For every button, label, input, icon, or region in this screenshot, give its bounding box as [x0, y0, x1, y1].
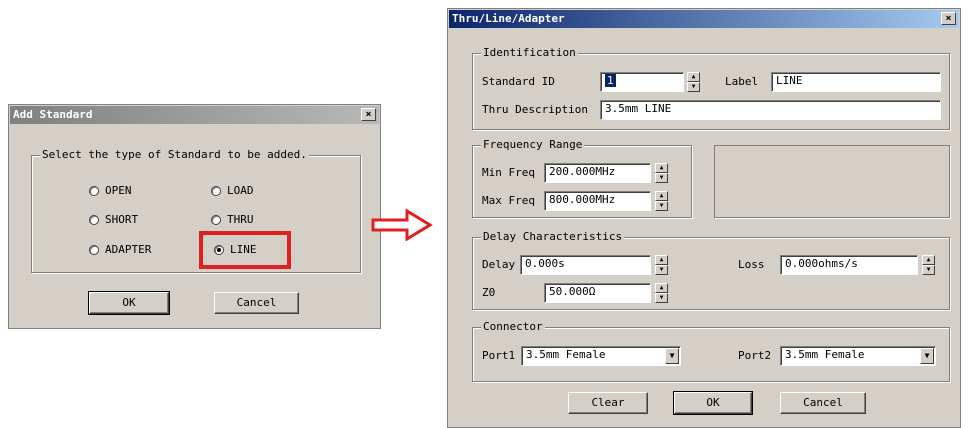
min-freq-stepper[interactable]: ▲ ▼	[655, 163, 668, 183]
up-arrow-icon[interactable]: ▲	[655, 191, 668, 201]
radio-short[interactable]: SHORT	[89, 213, 138, 226]
standard-type-group-title: Select the type of Standard to be added.	[40, 148, 309, 162]
port2-label: Port2	[738, 349, 772, 362]
z0-stepper[interactable]: ▲ ▼	[655, 283, 668, 303]
add-standard-title: Add Standard	[13, 108, 93, 121]
ok-button[interactable]: OK	[673, 391, 753, 415]
standard-id-field[interactable]: 1	[600, 72, 684, 92]
clear-button[interactable]: Clear	[568, 392, 648, 414]
cancel-button[interactable]: Cancel	[780, 392, 866, 414]
radio-short-label: SHORT	[105, 213, 139, 226]
delay-characteristics-group-title: Delay Characteristics	[481, 230, 625, 244]
thru-description-field[interactable]: 3.5mm LINE	[600, 100, 941, 120]
radio-thru-indicator	[211, 214, 221, 225]
min-freq-field[interactable]: 200.000MHz	[544, 163, 651, 183]
max-freq-label: Max Freq	[482, 194, 535, 207]
down-arrow-icon[interactable]: ▼	[922, 265, 935, 275]
port1-select[interactable]: 3.5mm Female ▼	[521, 346, 681, 366]
down-arrow-icon[interactable]: ▼	[655, 293, 668, 303]
up-arrow-icon[interactable]: ▲	[687, 72, 700, 82]
thru-description-label: Thru Description	[482, 103, 588, 116]
delay-label: Delay	[482, 258, 516, 271]
down-arrow-icon[interactable]: ▼	[655, 201, 668, 211]
radio-adapter-indicator	[89, 244, 99, 255]
radio-open-label: OPEN	[105, 184, 132, 197]
delay-field[interactable]: 0.000s	[520, 255, 651, 275]
radio-load[interactable]: LOAD	[211, 184, 254, 197]
radio-thru[interactable]: THRU	[211, 213, 254, 226]
frequency-range-group-title: Frequency Range	[481, 138, 585, 152]
connector-group-title: Connector	[481, 320, 545, 334]
port2-select[interactable]: 3.5mm Female ▼	[780, 346, 936, 366]
port1-label: Port1	[482, 349, 516, 362]
loss-stepper[interactable]: ▲ ▼	[922, 255, 935, 275]
radio-load-label: LOAD	[227, 184, 254, 197]
radio-open-indicator	[89, 185, 99, 196]
delay-stepper[interactable]: ▲ ▼	[655, 255, 668, 275]
ok-button[interactable]: OK	[88, 291, 170, 315]
close-icon[interactable]: ×	[941, 12, 956, 25]
radio-thru-label: THRU	[227, 213, 254, 226]
label-label: Label	[725, 75, 759, 88]
up-arrow-icon[interactable]: ▲	[922, 255, 935, 265]
down-arrow-icon[interactable]: ▼	[687, 82, 700, 92]
arrow-right-icon	[371, 209, 433, 241]
blank-panel	[714, 145, 950, 218]
close-icon[interactable]: ×	[361, 108, 376, 121]
up-arrow-icon[interactable]: ▲	[655, 283, 668, 293]
up-arrow-icon[interactable]: ▲	[655, 255, 668, 265]
max-freq-stepper[interactable]: ▲ ▼	[655, 191, 668, 211]
radio-adapter[interactable]: ADAPTER	[89, 243, 151, 256]
max-freq-field[interactable]: 800.000MHz	[544, 191, 651, 211]
thru-line-adapter-dialog: Thru/Line/Adapter × Identification Stand…	[447, 8, 961, 428]
port1-value: 3.5mm Female	[526, 348, 606, 361]
tla-title: Thru/Line/Adapter	[452, 12, 565, 25]
line-highlight-box	[199, 231, 291, 269]
port2-value: 3.5mm Female	[785, 348, 865, 361]
z0-field[interactable]: 50.000Ω	[544, 283, 651, 303]
min-freq-label: Min Freq	[482, 166, 535, 179]
standard-type-group: Select the type of Standard to be added.	[31, 148, 361, 273]
cancel-button[interactable]: Cancel	[214, 292, 299, 314]
label-field[interactable]: LINE	[771, 72, 941, 92]
radio-load-indicator	[211, 185, 221, 196]
down-arrow-icon[interactable]: ▼	[655, 265, 668, 275]
radio-short-indicator	[89, 214, 99, 225]
chevron-down-icon[interactable]: ▼	[665, 348, 679, 364]
tla-titlebar[interactable]: Thru/Line/Adapter ×	[449, 10, 959, 28]
z0-label: Z0	[482, 286, 496, 299]
add-standard-titlebar[interactable]: Add Standard ×	[10, 106, 379, 124]
identification-group-title: Identification	[481, 46, 578, 60]
chevron-down-icon[interactable]: ▼	[920, 348, 934, 364]
standard-id-label: Standard ID	[482, 75, 555, 88]
radio-adapter-label: ADAPTER	[105, 243, 152, 256]
radio-open[interactable]: OPEN	[89, 184, 132, 197]
loss-field[interactable]: 0.000ohms/s	[780, 255, 918, 275]
down-arrow-icon[interactable]: ▼	[655, 173, 668, 183]
loss-label: Loss	[738, 258, 765, 271]
standard-id-value: 1	[605, 74, 616, 87]
standard-id-stepper[interactable]: ▲ ▼	[687, 72, 700, 92]
up-arrow-icon[interactable]: ▲	[655, 163, 668, 173]
add-standard-dialog: Add Standard × Select the type of Standa…	[8, 104, 381, 329]
